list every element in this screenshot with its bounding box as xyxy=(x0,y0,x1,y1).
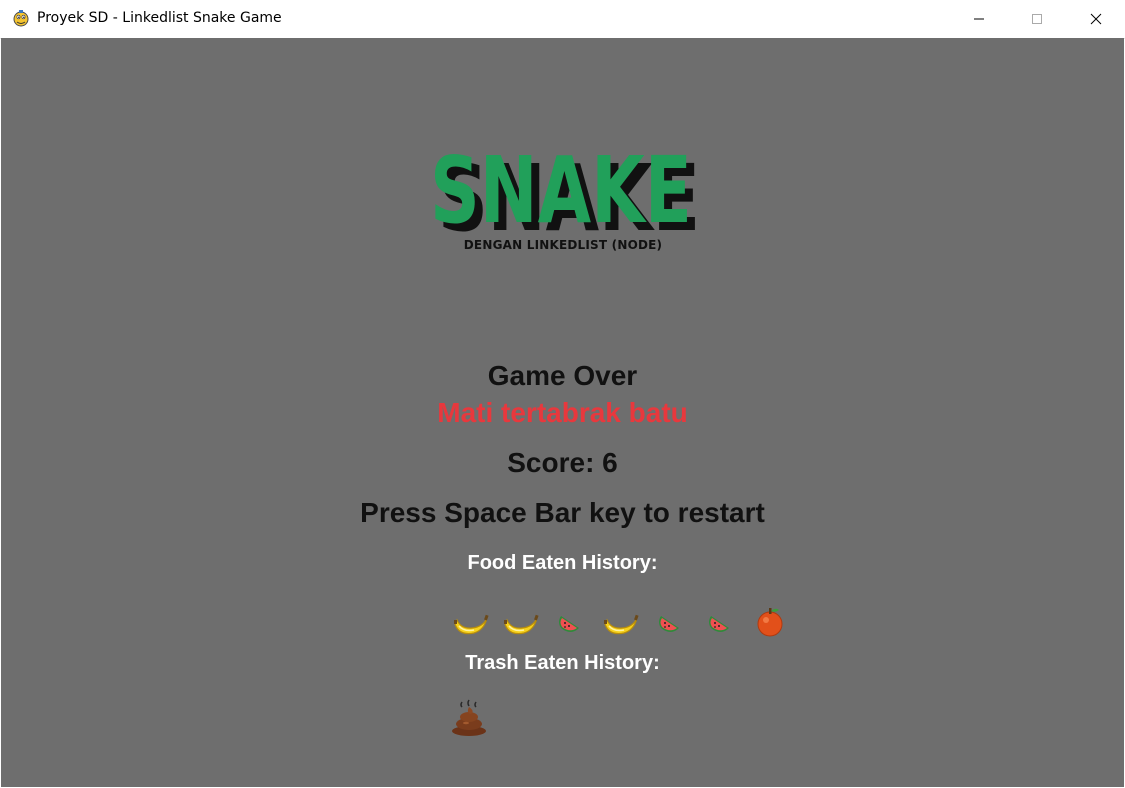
snake-logo-title: SNAKE SNAKE xyxy=(430,137,700,252)
window-title: Proyek SD - Linkedlist Snake Game xyxy=(37,10,282,26)
close-icon xyxy=(1090,13,1102,25)
logo-subtitle: DENGAN LINKEDLIST (NODE) xyxy=(463,238,663,252)
poop-icon xyxy=(449,698,489,738)
score-text: Score: 6 xyxy=(507,447,618,478)
close-button[interactable] xyxy=(1073,0,1119,38)
game-canvas[interactable]: SNAKE SNAKE DENGAN LINKEDLIST (NODE) Gam… xyxy=(1,38,1124,787)
watermelon-icon xyxy=(550,602,590,642)
maximize-button[interactable] xyxy=(1014,0,1060,38)
snake-logo: SNAKE SNAKE DENGAN LINKEDLIST (NODE) xyxy=(423,126,703,256)
banana-icon xyxy=(600,602,640,642)
logo-title: SNAKE xyxy=(430,137,692,236)
python-snake-icon xyxy=(13,10,29,27)
minimize-icon xyxy=(974,18,984,20)
banana-icon xyxy=(450,602,490,642)
trash-history-label: Trash Eaten History: xyxy=(465,652,660,674)
maximize-icon xyxy=(1032,14,1042,24)
game-over-heading: Game Over xyxy=(487,360,638,391)
food-history-label: Food Eaten History: xyxy=(467,552,658,574)
minimize-button[interactable] xyxy=(956,0,1002,38)
watermelon-icon xyxy=(650,602,690,642)
orange-icon xyxy=(750,602,790,642)
restart-hint-text: Press Space Bar key to restart xyxy=(360,497,765,528)
death-reason-text: Mati tertabrak batu xyxy=(437,397,688,428)
window-titlebar[interactable]: Proyek SD - Linkedlist Snake Game xyxy=(0,0,1125,39)
banana-icon xyxy=(500,602,540,642)
watermelon-icon xyxy=(700,602,740,642)
